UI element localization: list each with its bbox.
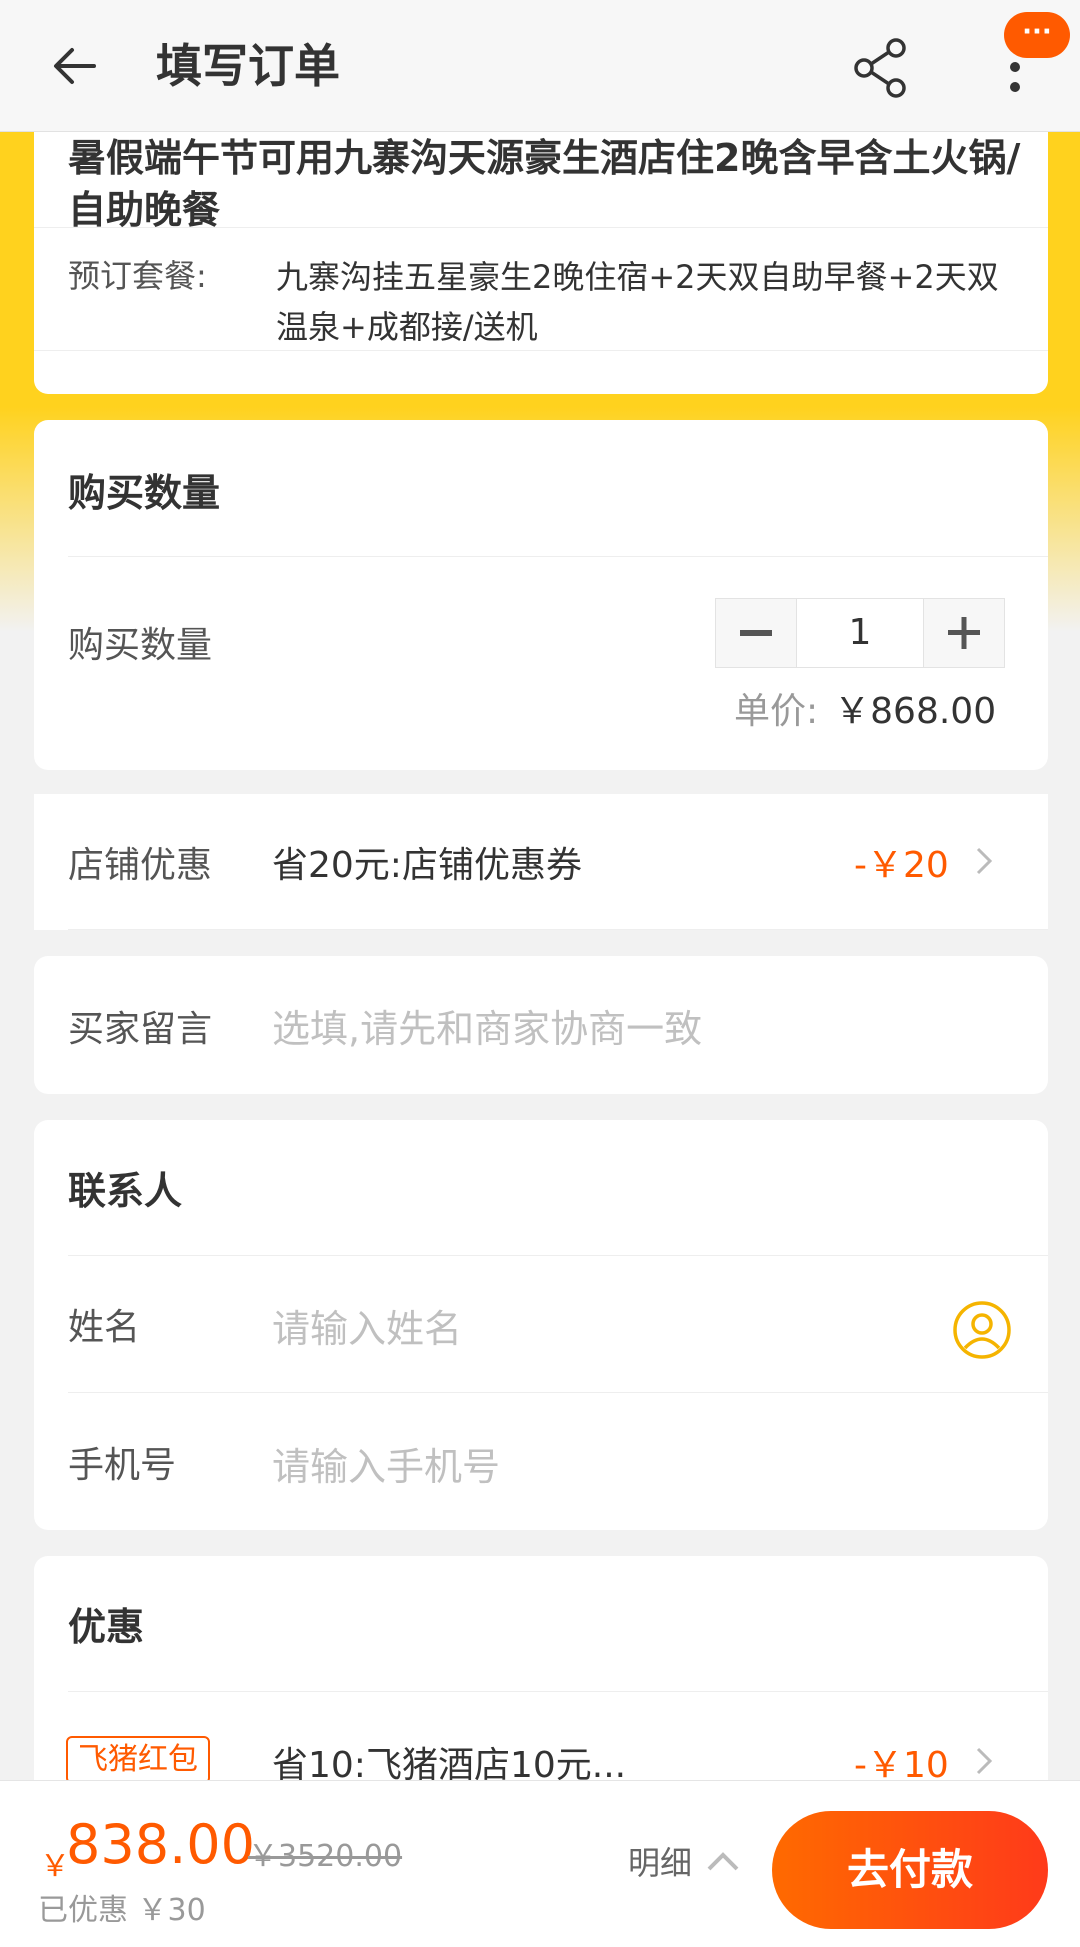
contact-section-title: 联系人 [68, 1169, 183, 1213]
name-label: 姓名 [68, 1307, 141, 1348]
quantity-stepper: 1 [715, 598, 1005, 668]
quantity-card: 购买数量 购买数量 1 单价: ￥868.00 [34, 420, 1048, 770]
top-nav-bar: 填写订单 ··· [0, 0, 1080, 132]
promo-section-title: 优惠 [68, 1605, 145, 1649]
message-badge[interactable]: ··· [1004, 12, 1070, 58]
product-card: 暑假端午节可用九寨沟天源豪生酒店住2晚含早含土火锅/自助晚餐 预订套餐: 九寨沟… [34, 132, 1048, 394]
phone-input[interactable]: 请输入手机号 [272, 1436, 500, 1491]
quantity-value[interactable]: 1 [796, 599, 924, 667]
increment-button[interactable] [924, 599, 1004, 667]
contact-person-icon[interactable] [952, 1300, 1012, 1360]
share-icon [854, 38, 906, 98]
contact-card: 联系人 姓名 请输入姓名 手机号 请输入手机号 [34, 1120, 1048, 1530]
share-button[interactable] [852, 36, 912, 100]
chevron-right-icon[interactable] [972, 1746, 996, 1776]
chevron-up-icon [707, 1852, 739, 1871]
saved-amount: 已优惠 ￥30 [38, 1893, 206, 1928]
phone-label: 手机号 [68, 1445, 177, 1486]
shop-discount-label: 店铺优惠 [68, 845, 213, 886]
original-price: ￥3520.00 [248, 1839, 403, 1874]
more-dot [1010, 82, 1020, 92]
total-price: 838.00 [66, 1813, 255, 1876]
page-title: 填写订单 [156, 39, 340, 93]
shop-discount-row[interactable]: 店铺优惠 省20元:店铺优惠券 -￥20 [34, 794, 1048, 930]
quantity-label: 购买数量 [68, 625, 213, 666]
divider [68, 929, 1048, 930]
decrement-button[interactable] [716, 599, 796, 667]
buyer-message-label: 买家留言 [68, 1009, 213, 1050]
detail-toggle-button[interactable]: 明细 [628, 1831, 740, 1891]
divider [34, 350, 1048, 351]
back-button[interactable] [48, 38, 104, 94]
divider [68, 556, 1048, 557]
unit-price-label: 单价: [734, 691, 819, 732]
unit-price: 单价: ￥868.00 [734, 682, 996, 734]
divider [68, 1392, 1048, 1393]
plus-icon [948, 617, 980, 649]
buyer-message-input[interactable]: 选填,请先和商家协商一致 [272, 998, 702, 1053]
package-label: 预订套餐: [68, 257, 207, 295]
package-value: 九寨沟挂五星豪生2晚住宿+2天双自助早餐+2天双温泉+成都接/送机 [276, 258, 999, 346]
more-vertical-icon [1010, 62, 1020, 72]
chevron-right-icon [976, 847, 993, 875]
divider [68, 1691, 1048, 1692]
shop-discount-amount: -￥20 [854, 845, 949, 886]
promo-card: 优惠 飞猪红包 省10:飞猪酒店10元... -￥10 [34, 1556, 1048, 1786]
fliggy-redpacket-tag: 飞猪红包 [66, 1736, 210, 1784]
divider [34, 227, 1048, 228]
name-input[interactable]: 请输入姓名 [272, 1298, 462, 1353]
quantity-section-title: 购买数量 [68, 471, 221, 515]
shop-discount-value: 省20元:店铺优惠券 [272, 845, 582, 886]
bottom-checkout-bar: ￥ 838.00 ￥3520.00 已优惠 ￥30 明细 去付款 [0, 1780, 1080, 1947]
divider [68, 1255, 1048, 1256]
unit-price-value: ￥868.00 [834, 691, 997, 732]
product-title: 暑假端午节可用九寨沟天源豪生酒店住2晚含早含土火锅/自助晚餐 [68, 136, 1021, 232]
pay-button[interactable]: 去付款 [772, 1811, 1048, 1929]
detail-label: 明细 [628, 1844, 693, 1882]
minus-icon [740, 630, 772, 636]
buyer-message-row: 买家留言 选填,请先和商家协商一致 [34, 956, 1048, 1094]
arrow-left-icon [54, 48, 96, 84]
